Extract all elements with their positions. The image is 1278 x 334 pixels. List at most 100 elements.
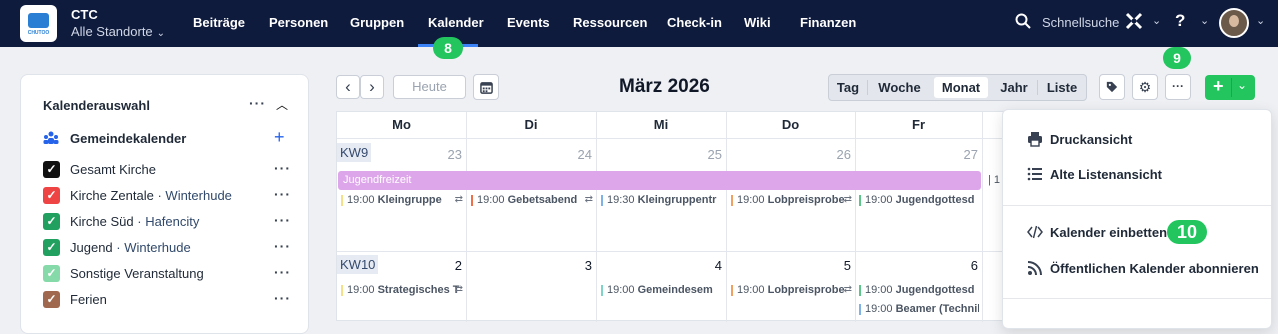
- logo-mark: [28, 13, 49, 28]
- calendar-event[interactable]: 19:00 Lobpreisprobe ⇄: [731, 284, 852, 298]
- search-icon[interactable]: [1015, 13, 1031, 29]
- week-number[interactable]: KW9: [337, 143, 372, 162]
- day-number[interactable]: 5: [821, 258, 851, 273]
- chevron-down-icon[interactable]: ⌄: [1200, 14, 1209, 27]
- view-tab-monat[interactable]: Monat: [934, 77, 988, 98]
- event-title: Gebetsabend: [507, 194, 578, 206]
- settings-button[interactable]: ⚙: [1132, 74, 1158, 100]
- view-tab-woche[interactable]: Woche: [868, 75, 931, 100]
- more-options-icon[interactable]: ···: [249, 95, 266, 111]
- checkbox-icon[interactable]: ✓: [43, 239, 60, 256]
- checkbox-icon[interactable]: ✓: [43, 161, 60, 178]
- week-number[interactable]: KW10: [337, 255, 379, 274]
- day-number[interactable]: 23: [432, 147, 462, 162]
- more-button[interactable]: ···: [1165, 74, 1191, 100]
- repeat-icon: ⇄: [843, 194, 852, 205]
- view-tab-liste[interactable]: Liste: [1038, 75, 1086, 100]
- gear-icon: ⚙: [1138, 79, 1152, 95]
- chevron-down-icon[interactable]: ⌄: [1256, 14, 1265, 27]
- day-number[interactable]: 4: [692, 258, 722, 273]
- view-tab-tag[interactable]: Tag: [829, 75, 867, 100]
- calendar-item[interactable]: ✓ Kirche Zentale · Winterhude ···: [43, 186, 303, 205]
- checkbox-icon[interactable]: ✓: [43, 291, 60, 308]
- add-calendar-icon[interactable]: +: [274, 127, 285, 148]
- previous-button[interactable]: ‹: [336, 75, 360, 99]
- nav-item-kalender[interactable]: Kalender: [428, 15, 484, 30]
- grid-line: [982, 112, 983, 322]
- nav-item-ressourcen[interactable]: Ressourcen: [573, 15, 647, 30]
- more-options-icon[interactable]: ···: [274, 186, 291, 202]
- more-options-icon[interactable]: ···: [274, 290, 291, 306]
- quick-search[interactable]: Schnellsuche: [1042, 15, 1119, 30]
- today-button[interactable]: Heute: [393, 75, 466, 99]
- avatar[interactable]: [1219, 8, 1249, 38]
- calendar-location: Hafencity: [145, 214, 200, 229]
- calendar-event[interactable]: 19:00 Strategisches T ⇄: [341, 284, 463, 298]
- tag-icon: [1106, 81, 1118, 93]
- checkbox-icon[interactable]: ✓: [43, 265, 60, 282]
- next-button[interactable]: ›: [360, 75, 384, 99]
- tags-button[interactable]: [1099, 74, 1125, 100]
- more-options-icon[interactable]: ···: [274, 238, 291, 254]
- calendar-event[interactable]: 19:00 Jugendgottesd: [859, 284, 979, 298]
- calendar-event[interactable]: 19:00 Gemeindesem: [601, 284, 723, 298]
- more-options-icon[interactable]: ···: [274, 264, 291, 280]
- day-number[interactable]: 26: [821, 147, 851, 162]
- calendar-item[interactable]: ✓ Kirche Süd · Hafencity ···: [43, 212, 303, 231]
- nav-item-gruppen[interactable]: Gruppen: [350, 15, 404, 30]
- menu-item-label: Alte Listenansicht: [1050, 167, 1162, 182]
- app-logo[interactable]: CHUTOO: [20, 5, 57, 42]
- checkbox-icon[interactable]: ✓: [43, 213, 60, 230]
- event-color-marker: [601, 285, 603, 296]
- chevron-up-icon[interactable]: ︿: [276, 96, 288, 113]
- chevron-down-icon[interactable]: ⌄: [1152, 14, 1161, 27]
- event-color-marker: [731, 285, 733, 296]
- day-number[interactable]: 24: [562, 147, 592, 162]
- nav-item-check-in[interactable]: Check-in: [667, 15, 722, 30]
- location-selector[interactable]: Alle Standorte ⌄: [71, 24, 165, 39]
- overflow-event[interactable]: | 1: [988, 174, 1000, 186]
- event-color-marker: [341, 285, 343, 296]
- day-number[interactable]: 25: [692, 147, 722, 162]
- nav-item-beitraege[interactable]: Beiträge: [193, 15, 245, 30]
- tools-icon[interactable]: [1125, 12, 1143, 30]
- event-color-marker: [601, 195, 603, 206]
- calendar-event[interactable]: 19:30 Kleingruppentr: [601, 194, 723, 208]
- checkbox-icon[interactable]: ✓: [43, 187, 60, 204]
- more-options-icon[interactable]: ···: [274, 212, 291, 228]
- date-picker-button[interactable]: [473, 74, 499, 100]
- calendar-name: Sonstige Veranstaltung: [70, 266, 204, 281]
- chevron-down-icon[interactable]: ⌄: [1237, 78, 1247, 92]
- more-options-icon[interactable]: ···: [274, 160, 291, 176]
- calendar-event[interactable]: 19:00 Kleingruppe ⇄: [341, 194, 463, 208]
- help-icon[interactable]: ?: [1175, 11, 1185, 31]
- calendar-event[interactable]: 19:00 Gebetsabend ⇄: [471, 194, 593, 208]
- chevron-down-icon: ⌄: [156, 28, 166, 39]
- nav-item-personen[interactable]: Personen: [269, 15, 328, 30]
- nav-item-wiki[interactable]: Wiki: [744, 15, 771, 30]
- calendar-event[interactable]: 19:00 Lobpreisprobe ⇄: [731, 194, 852, 208]
- divider: [1231, 78, 1232, 97]
- event-title: Gemeindesem: [637, 284, 713, 296]
- separator: ·: [137, 214, 142, 229]
- calendar-item[interactable]: ✓ Sonstige Veranstaltung ···: [43, 264, 303, 283]
- allday-event[interactable]: Jugendfreizeit: [338, 171, 981, 190]
- nav-item-finanzen[interactable]: Finanzen: [800, 15, 856, 30]
- nav-item-events[interactable]: Events: [507, 15, 550, 30]
- day-number[interactable]: 2: [432, 258, 462, 273]
- printer-icon: [1028, 132, 1042, 147]
- calendar-item[interactable]: ✓ Gesamt Kirche ···: [43, 160, 303, 179]
- rss-icon: [1027, 261, 1042, 276]
- add-event-button[interactable]: + ⌄: [1205, 75, 1255, 100]
- day-number[interactable]: 3: [562, 258, 592, 273]
- step-badge-10: 10: [1167, 220, 1207, 244]
- more-options-dropdown: Druckansicht Alte Listenansicht Kalender…: [1002, 109, 1272, 329]
- event-time: 19:30: [607, 194, 635, 206]
- calendar-event[interactable]: 19:00 Jugendgottesd: [859, 194, 979, 208]
- event-color-marker: [859, 285, 861, 296]
- calendar-item[interactable]: ✓ Ferien ···: [43, 290, 303, 309]
- day-number[interactable]: 6: [948, 258, 978, 273]
- view-tab-jahr[interactable]: Jahr: [991, 75, 1037, 100]
- day-number[interactable]: 27: [948, 147, 978, 162]
- calendar-item[interactable]: ✓ Jugend · Winterhude ···: [43, 238, 303, 257]
